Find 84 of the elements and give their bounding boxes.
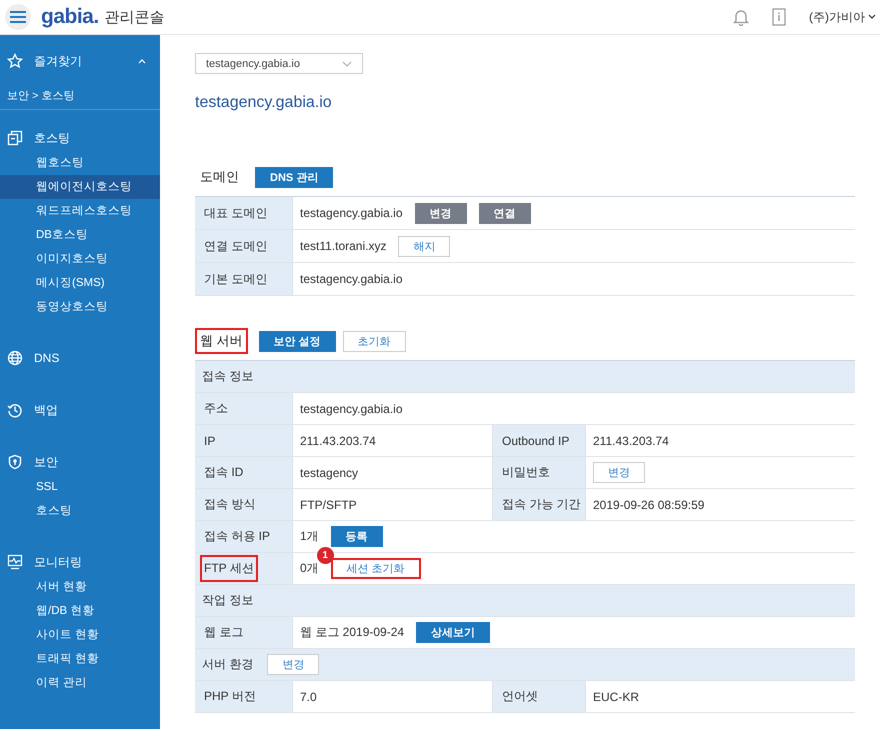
logo[interactable]: gabia. [41, 5, 99, 29]
field-value: 7.0 [300, 690, 317, 704]
sidebar-item[interactable]: 호스팅 [0, 499, 160, 523]
field-value: EUC-KR [593, 690, 640, 704]
favorites-toggle[interactable]: 즐겨찾기 [0, 48, 160, 74]
field-value: 웹 로그 2019-09-24 [300, 624, 404, 641]
field-label: 접속 ID [203, 464, 244, 481]
field-label: 주소 [203, 400, 229, 417]
caret-icon [868, 14, 876, 20]
history-icon [7, 402, 23, 418]
field-value: testagency [300, 466, 358, 480]
sidebar-group[interactable]: 모니터링 [0, 549, 160, 575]
action-button[interactable]: 변경 [593, 462, 645, 483]
field-label: 언어셋 [501, 688, 539, 705]
action-button[interactable]: DNS 관리 [255, 166, 334, 188]
field-value: testagency.gabia.io [300, 206, 403, 220]
menu-icon [10, 10, 26, 24]
field-value: 211.43.203.74 [300, 434, 376, 448]
step-badge: 1 [316, 547, 334, 564]
sidebar-item[interactable]: 메시징(SMS) [0, 271, 160, 295]
field-value: 2019-09-26 08:59:59 [593, 498, 704, 512]
sidebar-group[interactable]: DNS [0, 345, 160, 371]
shield-icon [7, 454, 23, 470]
star-icon [7, 53, 23, 69]
field-label: Outbound IP [501, 432, 570, 450]
sidebar-group[interactable]: 호스팅 [0, 125, 160, 151]
field-label: IP [203, 432, 216, 450]
sidebar-item[interactable]: 이력 관리 [0, 671, 160, 695]
sidebar-item[interactable]: 서버 현황 [0, 575, 160, 599]
sidebar-group[interactable]: 보안 [0, 449, 160, 475]
sidebar-item[interactable]: DB호스팅 [0, 223, 160, 247]
action-button[interactable]: 연결 [478, 202, 531, 224]
page-heading: testagency.gabia.io [195, 94, 333, 113]
action-button[interactable]: 변경 [414, 202, 467, 224]
info-book-icon[interactable] [771, 8, 787, 26]
copy-icon [7, 130, 23, 146]
group-header: 서버 환경 [202, 656, 254, 673]
chevron-down-icon [342, 60, 352, 66]
field-value: FTP/SFTP [300, 498, 357, 512]
sidebar-item[interactable]: 웹/DB 현황 [0, 599, 160, 623]
sidebar-item[interactable]: 트래픽 현황 [0, 647, 160, 671]
sidebar-group[interactable]: 백업 [0, 397, 160, 423]
field-value: testagency.gabia.io [300, 272, 403, 286]
action-button[interactable]: 해지 [398, 236, 450, 256]
field-value: 1개 [300, 528, 319, 545]
field-label: 접속 방식 [203, 496, 256, 513]
sidebar-item[interactable]: SSL [0, 475, 160, 499]
field-value: 211.43.203.74 [593, 434, 669, 448]
field-label: FTP 세션 [200, 555, 258, 582]
section-title: 도메인 [199, 168, 240, 186]
user-menu[interactable]: (주)가비아 [809, 8, 876, 26]
domain-dropdown[interactable]: testagency.gabia.io [195, 53, 363, 74]
field-label: 접속 허용 IP [203, 528, 272, 545]
sidebar-item[interactable]: 웹에이전시호스팅 [0, 175, 160, 199]
action-button[interactable]: 상세보기 [416, 622, 490, 643]
sidebar-item[interactable]: 동영상호스팅 [0, 295, 160, 319]
sidebar-item[interactable]: 워드프레스호스팅 [0, 199, 160, 223]
sidebar-item[interactable]: 웹호스팅 [0, 151, 160, 175]
group-header: 작업 정보 [202, 592, 254, 609]
sidebar-item[interactable]: 사이트 현황 [0, 623, 160, 647]
globe-icon [7, 350, 23, 366]
action-button[interactable]: 보안 설정 [258, 330, 336, 352]
field-label: PHP 버전 [203, 688, 257, 705]
field-label: 연결 도메인 [203, 238, 268, 254]
action-button[interactable]: 변경 [267, 654, 320, 675]
action-button[interactable]: 등록 [330, 526, 383, 547]
sidebar-item[interactable]: 이미지호스팅 [0, 247, 160, 271]
action-button[interactable]: 초기화 [342, 330, 406, 352]
field-label: 접속 가능 기간 [501, 496, 582, 513]
field-label: 대표 도메인 [203, 204, 268, 222]
monitor-icon [7, 554, 23, 570]
field-label: 기본 도메인 [203, 270, 268, 288]
menu-button[interactable] [5, 4, 31, 30]
console-title: 관리콘솔 [104, 8, 165, 26]
section-title: 웹 서버 [195, 328, 248, 354]
field-value: 0개 [300, 560, 319, 577]
action-button[interactable]: 세션 초기화 [330, 558, 421, 579]
field-value: test11.torani.xyz [300, 239, 386, 253]
field-label: 비밀번호 [501, 464, 551, 481]
field-label: 웹 로그 [203, 624, 244, 641]
group-header: 접속 정보 [202, 368, 254, 385]
field-value: testagency.gabia.io [300, 402, 403, 416]
favorite-breadcrumb-link[interactable]: 보안 > 호스팅 [0, 74, 160, 110]
notification-bell-icon[interactable] [733, 8, 749, 26]
